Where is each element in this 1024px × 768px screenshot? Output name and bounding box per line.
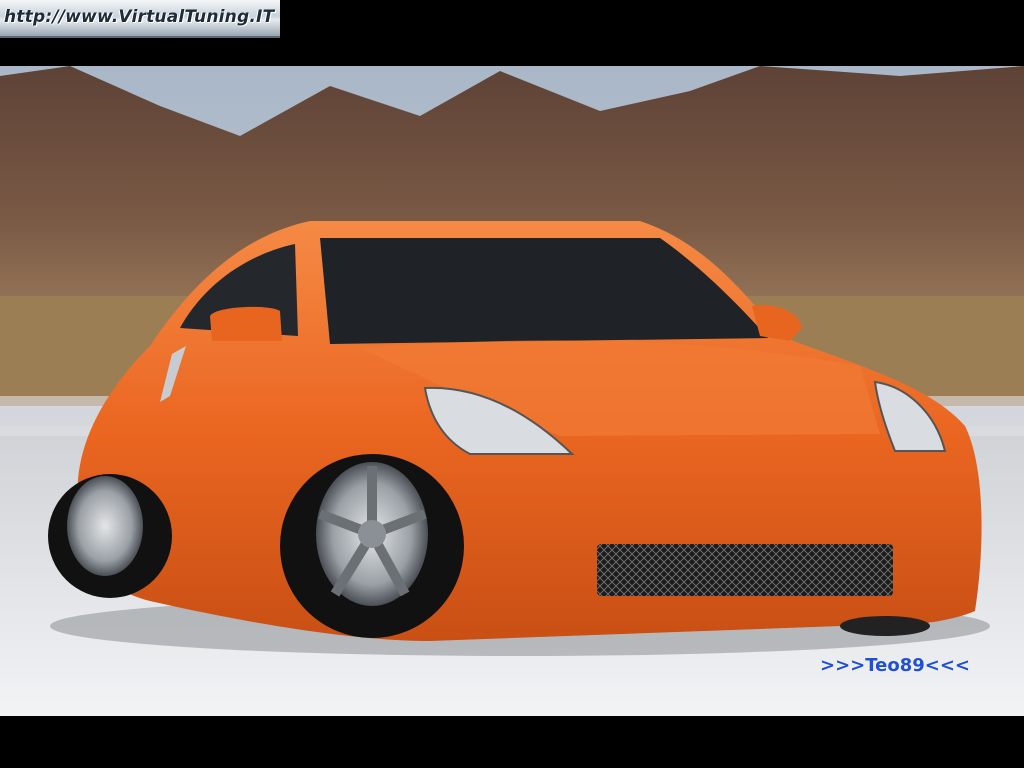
site-banner: http://www.VirtualTuning.IT [0,0,280,38]
banner-url-text: http://www.VirtualTuning.IT [4,7,275,27]
left-mirror [210,306,282,341]
car-photo [0,66,1024,716]
author-signature: >>>Teo89<<< [820,655,971,676]
rear-wheel-rim [67,476,143,576]
car-scene [0,66,1024,716]
far-front-tire [840,616,930,636]
front-grille [597,544,893,596]
